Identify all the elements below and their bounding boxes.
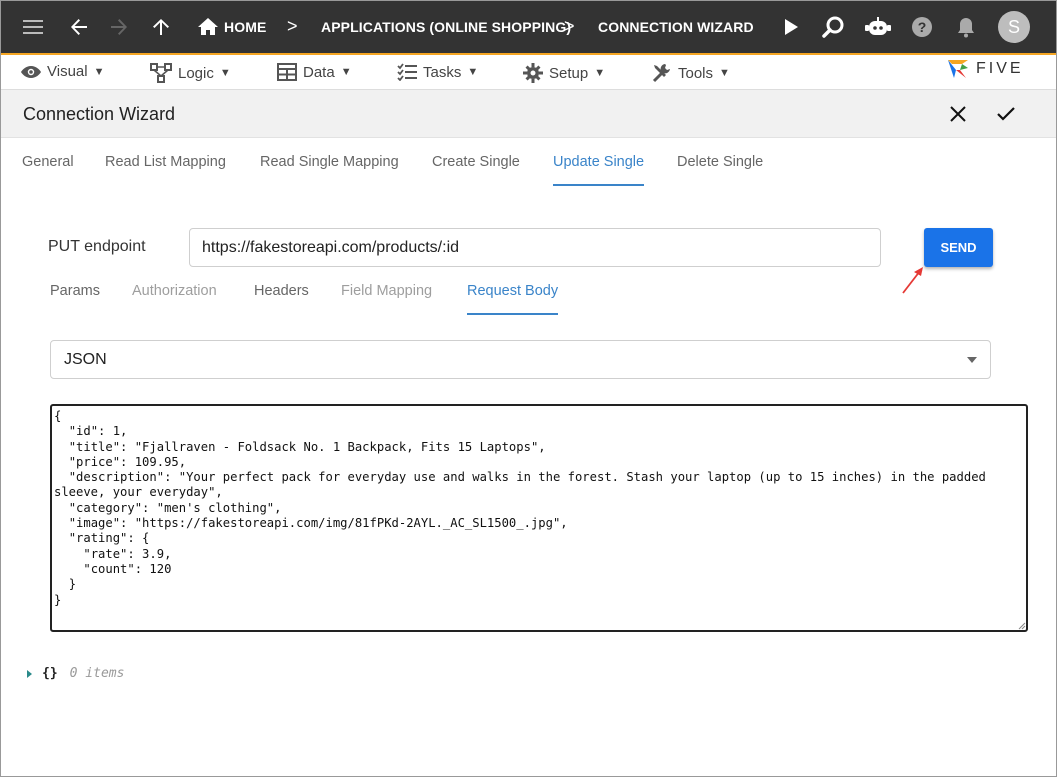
subtab-field-mapping[interactable]: Field Mapping bbox=[341, 283, 432, 313]
menu-tasks[interactable]: Tasks ▼ bbox=[397, 63, 478, 81]
subtab-request-body[interactable]: Request Body bbox=[467, 283, 559, 315]
menu-tools[interactable]: Tools ▼ bbox=[652, 63, 730, 83]
chevron-down-icon bbox=[967, 357, 977, 363]
breadcrumb-connection-wizard: CONNECTION WIZARD bbox=[598, 19, 754, 35]
up-arrow-icon[interactable] bbox=[148, 14, 174, 40]
home-icon[interactable] bbox=[195, 14, 221, 40]
json-braces: {} bbox=[42, 666, 58, 681]
five-logo: FIVE bbox=[946, 58, 1024, 80]
five-logo-text: FIVE bbox=[976, 60, 1024, 77]
eye-icon bbox=[21, 65, 41, 78]
menu-setup[interactable]: Setup ▼ bbox=[523, 63, 605, 83]
menu-setup-label: Setup bbox=[549, 64, 589, 82]
menu-icon[interactable] bbox=[21, 14, 47, 40]
resize-handle-icon[interactable] bbox=[1016, 620, 1026, 630]
tab-general[interactable]: General bbox=[22, 154, 74, 184]
body-type-value: JSON bbox=[64, 351, 107, 368]
tab-read-single-mapping[interactable]: Read Single Mapping bbox=[260, 154, 399, 184]
top-navigation-bar: HOME > APPLICATIONS (ONLINE SHOPPING) > … bbox=[0, 0, 1057, 55]
chevron-down-icon: ▼ bbox=[219, 67, 231, 79]
play-icon[interactable] bbox=[778, 14, 804, 40]
expand-caret-icon[interactable] bbox=[27, 669, 32, 678]
subtab-authorization[interactable]: Authorization bbox=[132, 283, 217, 313]
json-tree-view: {} 0 items bbox=[27, 666, 124, 681]
menu-logic-label: Logic bbox=[178, 64, 214, 82]
annotation-arrow-icon bbox=[902, 267, 923, 294]
subtab-headers[interactable]: Headers bbox=[254, 283, 309, 313]
close-icon[interactable] bbox=[946, 102, 970, 126]
tab-update-single[interactable]: Update Single bbox=[553, 154, 645, 186]
put-endpoint-input[interactable] bbox=[189, 228, 881, 267]
put-endpoint-label: PUT endpoint bbox=[48, 238, 146, 255]
tab-read-list-mapping[interactable]: Read List Mapping bbox=[105, 154, 226, 184]
json-item-count: 0 items bbox=[69, 666, 125, 681]
help-icon[interactable]: ? bbox=[909, 14, 935, 40]
menu-tasks-label: Tasks bbox=[423, 63, 462, 81]
breadcrumb-home[interactable]: HOME bbox=[224, 19, 266, 35]
bell-icon[interactable] bbox=[953, 14, 979, 40]
table-icon bbox=[277, 63, 297, 81]
chevron-down-icon: ▼ bbox=[93, 65, 105, 78]
tasks-icon bbox=[397, 63, 417, 81]
chevron-down-icon: ▼ bbox=[340, 66, 352, 78]
tools-icon bbox=[652, 64, 670, 83]
subtab-params[interactable]: Params bbox=[50, 283, 100, 313]
chevron-down-icon: ▼ bbox=[467, 66, 479, 78]
menu-data[interactable]: Data ▼ bbox=[277, 63, 352, 81]
five-logo-icon bbox=[948, 60, 968, 78]
tab-create-single[interactable]: Create Single bbox=[432, 154, 520, 184]
menu-data-label: Data bbox=[303, 63, 335, 81]
search-icon[interactable] bbox=[821, 14, 847, 40]
chevron-down-icon: ▼ bbox=[594, 67, 606, 79]
chat-bot-icon[interactable] bbox=[865, 14, 891, 40]
chevron-down-icon: ▼ bbox=[719, 67, 730, 79]
forward-arrow-icon[interactable] bbox=[106, 14, 132, 40]
page-title: Connection Wizard bbox=[23, 104, 176, 124]
tab-delete-single[interactable]: Delete Single bbox=[677, 154, 763, 184]
menu-tools-label: Tools bbox=[678, 64, 714, 82]
main-menu-bar: Visual ▼ Logic ▼ Data ▼ Tasks ▼ Setup ▼ … bbox=[0, 55, 1057, 90]
avatar[interactable]: S bbox=[998, 11, 1030, 43]
check-icon[interactable] bbox=[994, 102, 1018, 126]
body-type-select[interactable]: JSON bbox=[50, 340, 991, 379]
breadcrumb-separator: > bbox=[287, 16, 298, 36]
breadcrumb-applications[interactable]: APPLICATIONS (ONLINE SHOPPING) bbox=[321, 19, 571, 35]
back-arrow-icon[interactable] bbox=[66, 14, 92, 40]
menu-visual-label: Visual bbox=[47, 63, 88, 80]
send-button[interactable]: SEND bbox=[924, 228, 993, 267]
form-title-bar: Connection Wizard bbox=[0, 90, 1057, 138]
logic-icon bbox=[150, 63, 172, 83]
menu-visual[interactable]: Visual ▼ bbox=[21, 63, 104, 80]
gear-icon bbox=[523, 63, 543, 83]
request-body-editor[interactable]: { "id": 1, "title": "Fjallraven - Foldsa… bbox=[50, 404, 1028, 632]
svg-text:?: ? bbox=[918, 19, 927, 35]
breadcrumb-separator: > bbox=[564, 16, 575, 36]
menu-logic[interactable]: Logic ▼ bbox=[150, 63, 231, 83]
